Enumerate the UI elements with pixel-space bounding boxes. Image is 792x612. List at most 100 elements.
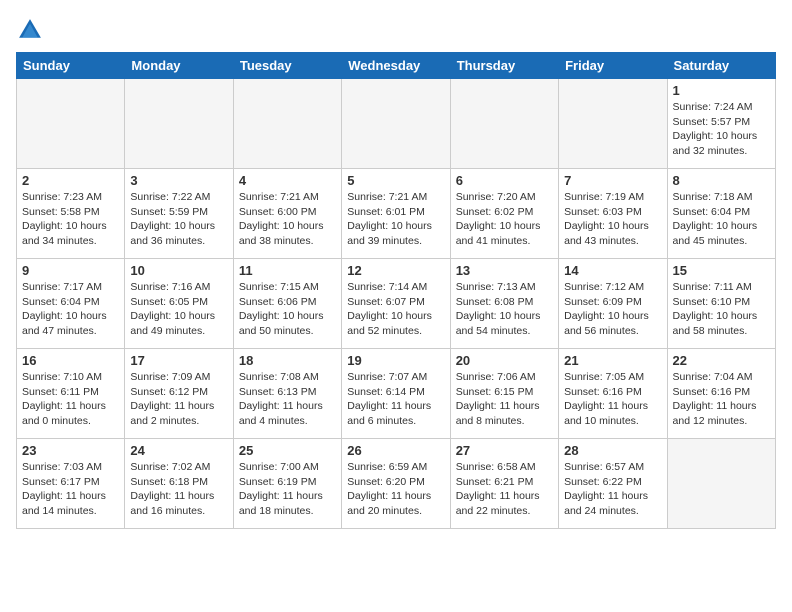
calendar-cell: 28 Sunrise: 6:57 AM Sunset: 6:22 PM Dayli… bbox=[559, 439, 667, 529]
day-number: 1 bbox=[673, 83, 770, 98]
day-number: 26 bbox=[347, 443, 444, 458]
day-info: Sunrise: 7:05 AM Sunset: 6:16 PM Dayligh… bbox=[564, 370, 661, 429]
calendar-cell: 22 Sunrise: 7:04 AM Sunset: 6:16 PM Dayli… bbox=[667, 349, 775, 439]
day-info: Sunrise: 7:13 AM Sunset: 6:08 PM Dayligh… bbox=[456, 280, 553, 339]
calendar-cell: 24 Sunrise: 7:02 AM Sunset: 6:18 PM Dayli… bbox=[125, 439, 233, 529]
day-number: 28 bbox=[564, 443, 661, 458]
calendar-cell: 21 Sunrise: 7:05 AM Sunset: 6:16 PM Dayli… bbox=[559, 349, 667, 439]
calendar-cell: 12 Sunrise: 7:14 AM Sunset: 6:07 PM Dayli… bbox=[342, 259, 450, 349]
day-number: 20 bbox=[456, 353, 553, 368]
weekday-header-saturday: Saturday bbox=[667, 53, 775, 79]
day-number: 18 bbox=[239, 353, 336, 368]
calendar-cell: 11Sunrise: 7:15 AM Sunset: 6:06 PM Dayli… bbox=[233, 259, 341, 349]
day-info: Sunrise: 7:23 AM Sunset: 5:58 PM Dayligh… bbox=[22, 190, 119, 249]
day-info: Sunrise: 7:15 AM Sunset: 6:06 PM Dayligh… bbox=[239, 280, 336, 339]
week-row-3: 9 Sunrise: 7:17 AM Sunset: 6:04 PM Daylig… bbox=[17, 259, 776, 349]
day-number: 4 bbox=[239, 173, 336, 188]
day-number: 15 bbox=[673, 263, 770, 278]
calendar-cell: 5 Sunrise: 7:21 AM Sunset: 6:01 PM Daylig… bbox=[342, 169, 450, 259]
day-number: 21 bbox=[564, 353, 661, 368]
calendar-table: SundayMondayTuesdayWednesdayThursdayFrid… bbox=[16, 52, 776, 529]
calendar-cell: 15 Sunrise: 7:11 AM Sunset: 6:10 PM Dayli… bbox=[667, 259, 775, 349]
calendar-cell: 4 Sunrise: 7:21 AM Sunset: 6:00 PM Daylig… bbox=[233, 169, 341, 259]
week-row-4: 16 Sunrise: 7:10 AM Sunset: 6:11 PM Dayli… bbox=[17, 349, 776, 439]
day-number: 7 bbox=[564, 173, 661, 188]
calendar-cell: 13 Sunrise: 7:13 AM Sunset: 6:08 PM Dayli… bbox=[450, 259, 558, 349]
calendar-cell bbox=[559, 79, 667, 169]
week-row-1: 1 Sunrise: 7:24 AM Sunset: 5:57 PM Daylig… bbox=[17, 79, 776, 169]
header bbox=[16, 16, 776, 44]
day-number: 23 bbox=[22, 443, 119, 458]
day-info: Sunrise: 7:02 AM Sunset: 6:18 PM Dayligh… bbox=[130, 460, 227, 519]
day-number: 5 bbox=[347, 173, 444, 188]
weekday-header-monday: Monday bbox=[125, 53, 233, 79]
calendar-cell: 27 Sunrise: 6:58 AM Sunset: 6:21 PM Dayli… bbox=[450, 439, 558, 529]
calendar-cell bbox=[17, 79, 125, 169]
weekday-header-row: SundayMondayTuesdayWednesdayThursdayFrid… bbox=[17, 53, 776, 79]
day-info: Sunrise: 7:20 AM Sunset: 6:02 PM Dayligh… bbox=[456, 190, 553, 249]
day-info: Sunrise: 7:08 AM Sunset: 6:13 PM Dayligh… bbox=[239, 370, 336, 429]
day-info: Sunrise: 7:07 AM Sunset: 6:14 PM Dayligh… bbox=[347, 370, 444, 429]
day-info: Sunrise: 7:10 AM Sunset: 6:11 PM Dayligh… bbox=[22, 370, 119, 429]
calendar-cell: 6 Sunrise: 7:20 AM Sunset: 6:02 PM Daylig… bbox=[450, 169, 558, 259]
day-number: 3 bbox=[130, 173, 227, 188]
day-info: Sunrise: 7:06 AM Sunset: 6:15 PM Dayligh… bbox=[456, 370, 553, 429]
day-info: Sunrise: 7:18 AM Sunset: 6:04 PM Dayligh… bbox=[673, 190, 770, 249]
calendar-cell: 23 Sunrise: 7:03 AM Sunset: 6:17 PM Dayli… bbox=[17, 439, 125, 529]
weekday-header-tuesday: Tuesday bbox=[233, 53, 341, 79]
calendar-cell bbox=[342, 79, 450, 169]
day-number: 16 bbox=[22, 353, 119, 368]
day-number: 22 bbox=[673, 353, 770, 368]
day-info: Sunrise: 7:12 AM Sunset: 6:09 PM Dayligh… bbox=[564, 280, 661, 339]
day-info: Sunrise: 7:09 AM Sunset: 6:12 PM Dayligh… bbox=[130, 370, 227, 429]
calendar-cell: 16 Sunrise: 7:10 AM Sunset: 6:11 PM Dayli… bbox=[17, 349, 125, 439]
day-info: Sunrise: 7:21 AM Sunset: 6:01 PM Dayligh… bbox=[347, 190, 444, 249]
logo bbox=[16, 16, 48, 44]
day-number: 6 bbox=[456, 173, 553, 188]
calendar-cell: 18 Sunrise: 7:08 AM Sunset: 6:13 PM Dayli… bbox=[233, 349, 341, 439]
day-number: 13 bbox=[456, 263, 553, 278]
calendar-cell: 19 Sunrise: 7:07 AM Sunset: 6:14 PM Dayli… bbox=[342, 349, 450, 439]
calendar-cell: 26 Sunrise: 6:59 AM Sunset: 6:20 PM Dayli… bbox=[342, 439, 450, 529]
calendar-cell: 25 Sunrise: 7:00 AM Sunset: 6:19 PM Dayli… bbox=[233, 439, 341, 529]
day-number: 9 bbox=[22, 263, 119, 278]
day-number: 25 bbox=[239, 443, 336, 458]
logo-icon bbox=[16, 16, 44, 44]
day-info: Sunrise: 6:57 AM Sunset: 6:22 PM Dayligh… bbox=[564, 460, 661, 519]
calendar-cell bbox=[233, 79, 341, 169]
calendar-cell: 2 Sunrise: 7:23 AM Sunset: 5:58 PM Daylig… bbox=[17, 169, 125, 259]
day-info: Sunrise: 7:16 AM Sunset: 6:05 PM Dayligh… bbox=[130, 280, 227, 339]
day-number: 10 bbox=[130, 263, 227, 278]
day-number: 2 bbox=[22, 173, 119, 188]
day-info: Sunrise: 7:03 AM Sunset: 6:17 PM Dayligh… bbox=[22, 460, 119, 519]
day-info: Sunrise: 7:17 AM Sunset: 6:04 PM Dayligh… bbox=[22, 280, 119, 339]
day-info: Sunrise: 7:19 AM Sunset: 6:03 PM Dayligh… bbox=[564, 190, 661, 249]
day-number: 8 bbox=[673, 173, 770, 188]
calendar-cell: 1 Sunrise: 7:24 AM Sunset: 5:57 PM Daylig… bbox=[667, 79, 775, 169]
day-number: 27 bbox=[456, 443, 553, 458]
day-info: Sunrise: 7:11 AM Sunset: 6:10 PM Dayligh… bbox=[673, 280, 770, 339]
day-number: 24 bbox=[130, 443, 227, 458]
day-info: Sunrise: 6:58 AM Sunset: 6:21 PM Dayligh… bbox=[456, 460, 553, 519]
day-info: Sunrise: 6:59 AM Sunset: 6:20 PM Dayligh… bbox=[347, 460, 444, 519]
calendar-cell: 14 Sunrise: 7:12 AM Sunset: 6:09 PM Dayli… bbox=[559, 259, 667, 349]
day-number: 17 bbox=[130, 353, 227, 368]
day-number: 12 bbox=[347, 263, 444, 278]
calendar-cell: 10 Sunrise: 7:16 AM Sunset: 6:05 PM Dayli… bbox=[125, 259, 233, 349]
weekday-header-friday: Friday bbox=[559, 53, 667, 79]
day-info: Sunrise: 7:21 AM Sunset: 6:00 PM Dayligh… bbox=[239, 190, 336, 249]
calendar-cell: 17 Sunrise: 7:09 AM Sunset: 6:12 PM Dayli… bbox=[125, 349, 233, 439]
day-info: Sunrise: 7:24 AM Sunset: 5:57 PM Dayligh… bbox=[673, 100, 770, 159]
day-number: 19 bbox=[347, 353, 444, 368]
day-info: Sunrise: 7:14 AM Sunset: 6:07 PM Dayligh… bbox=[347, 280, 444, 339]
day-info: Sunrise: 7:00 AM Sunset: 6:19 PM Dayligh… bbox=[239, 460, 336, 519]
week-row-2: 2 Sunrise: 7:23 AM Sunset: 5:58 PM Daylig… bbox=[17, 169, 776, 259]
calendar-cell: 7 Sunrise: 7:19 AM Sunset: 6:03 PM Daylig… bbox=[559, 169, 667, 259]
weekday-header-wednesday: Wednesday bbox=[342, 53, 450, 79]
day-info: Sunrise: 7:04 AM Sunset: 6:16 PM Dayligh… bbox=[673, 370, 770, 429]
calendar-cell: 3Sunrise: 7:22 AM Sunset: 5:59 PM Daylig… bbox=[125, 169, 233, 259]
calendar-cell: 9 Sunrise: 7:17 AM Sunset: 6:04 PM Daylig… bbox=[17, 259, 125, 349]
day-number: 14 bbox=[564, 263, 661, 278]
calendar-cell bbox=[125, 79, 233, 169]
calendar-cell bbox=[667, 439, 775, 529]
